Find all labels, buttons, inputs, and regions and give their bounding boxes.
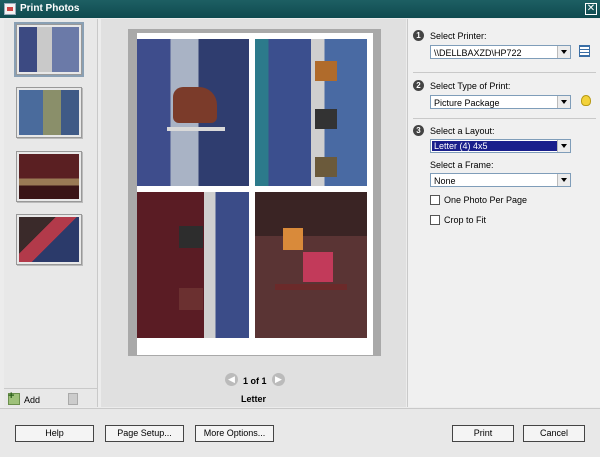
one-photo-per-page-checkbox[interactable] (430, 195, 440, 205)
thumbnail-3[interactable] (16, 151, 82, 202)
trash-icon[interactable] (68, 393, 78, 405)
layout-dropdown[interactable]: Letter (4) 4x5 (430, 139, 571, 153)
printer-value: \\DELLBAXZD\HP722 (434, 48, 522, 58)
select-layout-label: Select a Layout: (430, 126, 495, 136)
chevron-down-icon[interactable] (557, 46, 570, 58)
divider (413, 72, 596, 73)
select-frame-label: Select a Frame: (430, 160, 494, 170)
preview-photo-4 (255, 192, 367, 338)
frame-value: None (434, 176, 456, 186)
preview-photo-2 (255, 39, 367, 186)
thumbnail-image (19, 154, 79, 199)
select-print-type-label: Select Type of Print: (430, 81, 511, 91)
print-type-dropdown[interactable]: Picture Package (430, 95, 571, 109)
app-icon (4, 3, 16, 15)
page-navigator: ◀ 1 of 1 ▶ (101, 373, 406, 389)
select-printer-label: Select Printer: (430, 31, 487, 41)
cancel-button[interactable]: Cancel (523, 425, 585, 442)
preview-photo-3 (137, 192, 249, 338)
more-options-button[interactable]: More Options... (195, 425, 274, 442)
add-photo-button[interactable]: Add (24, 395, 40, 405)
layout-value: Letter (4) 4x5 (432, 141, 560, 151)
thumbnail-pane (4, 19, 98, 407)
crop-to-fit-checkbox[interactable] (430, 215, 440, 225)
thumbnail-toolbar: Add (4, 388, 97, 409)
paper-size-label: Letter (240, 394, 266, 404)
step-3-badge: 3 (413, 125, 424, 136)
page-setup-button[interactable]: Page Setup... (105, 425, 184, 442)
one-photo-per-page-label[interactable]: One Photo Per Page (444, 195, 527, 205)
preview-photo-1 (137, 39, 249, 186)
button-bar: Help Page Setup... More Options... Print… (0, 408, 600, 457)
close-icon[interactable]: ✕ (585, 3, 597, 15)
frame-dropdown[interactable]: None (430, 173, 571, 187)
title-bar: Print Photos ✕ (0, 0, 600, 18)
print-button[interactable]: Print (452, 425, 514, 442)
printer-properties-icon[interactable] (579, 45, 590, 57)
window-title: Print Photos (20, 3, 80, 14)
add-photo-icon[interactable] (8, 390, 20, 405)
thumbnail-image (19, 27, 79, 72)
printer-dropdown[interactable]: \\DELLBAXZD\HP722 (430, 45, 571, 59)
divider (413, 118, 596, 119)
preview-page (137, 33, 373, 355)
thumbnail-1[interactable] (14, 22, 84, 77)
chevron-down-icon[interactable] (557, 174, 570, 186)
thumbnail-image (19, 217, 79, 262)
page-indicator: 1 of 1 (243, 376, 267, 386)
chevron-down-icon[interactable] (557, 140, 570, 152)
print-type-value: Picture Package (434, 98, 500, 108)
lightbulb-icon[interactable] (581, 95, 591, 106)
thumbnail-image (19, 90, 79, 135)
help-button[interactable]: Help (15, 425, 94, 442)
thumbnail-4[interactable] (16, 214, 82, 265)
step-2-badge: 2 (413, 80, 424, 91)
print-preview: ◀ 1 of 1 ▶ Letter (101, 19, 406, 407)
chevron-down-icon[interactable] (557, 96, 570, 108)
next-page-button[interactable]: ▶ (272, 373, 285, 386)
step-1-badge: 1 (413, 30, 424, 41)
thumbnail-2[interactable] (16, 87, 82, 138)
print-options-pane: 1 Select Printer: \\DELLBAXZD\HP722 2 Se… (407, 19, 600, 407)
previous-page-button[interactable]: ◀ (225, 373, 238, 386)
crop-to-fit-label[interactable]: Crop to Fit (444, 215, 486, 225)
